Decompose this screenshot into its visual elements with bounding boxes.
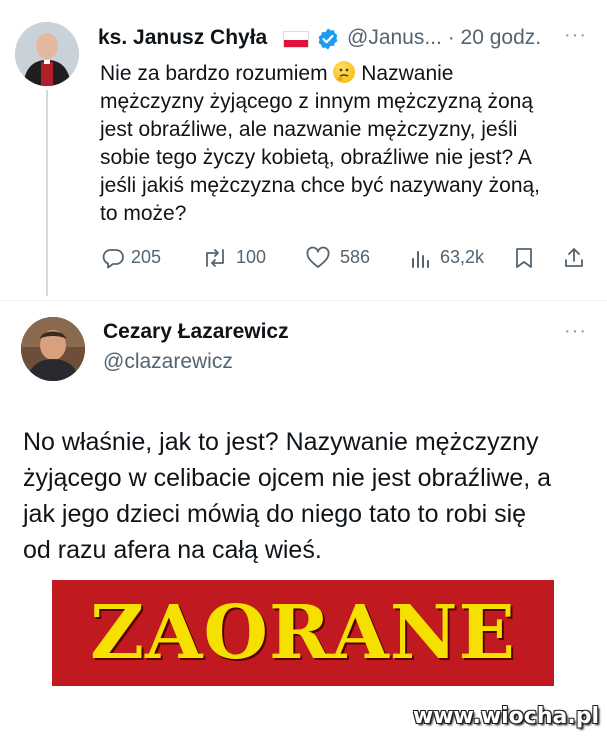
verified-badge-icon — [318, 28, 338, 50]
view-count[interactable]: 63,2k — [440, 247, 484, 268]
thinking-face-icon — [333, 61, 356, 83]
separator-dot: · — [447, 26, 455, 49]
author-handle[interactable]: @Janus... — [347, 26, 442, 49]
tweet-text-part: Nazwanie mężczyzny żyjącego z innym mężc… — [100, 62, 541, 225]
heart-icon[interactable] — [305, 246, 331, 270]
bookmark-icon[interactable] — [513, 246, 535, 270]
avatar[interactable] — [15, 22, 79, 86]
views-icon[interactable] — [409, 246, 433, 270]
author-handle[interactable]: @clazarewicz — [103, 350, 233, 374]
divider — [0, 300, 607, 301]
avatar[interactable] — [21, 317, 85, 381]
poland-flag-icon — [283, 31, 309, 48]
reply-icon[interactable] — [101, 246, 125, 270]
tweet-text-part: Nie za bardzo rozumiem — [100, 62, 334, 85]
watermark: www.wiocha.pl — [412, 704, 599, 729]
more-options-icon[interactable]: ··· — [564, 320, 587, 343]
author-name[interactable]: ks. Janusz Chyła — [98, 26, 267, 50]
author-name[interactable]: Cezary Łazarewicz — [103, 320, 289, 344]
tweet-text: No właśnie, jak to jest? Nazywanie mężcz… — [23, 428, 552, 564]
share-icon[interactable] — [562, 246, 586, 270]
tweet-text: Nie za bardzo rozumiem Nazwanie mężczyzn… — [100, 60, 590, 228]
reply-count[interactable]: 205 — [131, 247, 161, 268]
more-options-icon[interactable]: ··· — [564, 24, 587, 47]
repost-icon[interactable] — [202, 246, 228, 270]
repost-count[interactable]: 100 — [236, 247, 266, 268]
timestamp[interactable]: 20 godz. — [461, 26, 542, 49]
like-count[interactable]: 586 — [340, 247, 370, 268]
action-bar: 205 100 586 63,2k — [0, 244, 607, 274]
banner-text: ZAORANE — [90, 590, 516, 676]
author-handle-time[interactable]: @Janus... · 20 godz. — [347, 26, 541, 50]
